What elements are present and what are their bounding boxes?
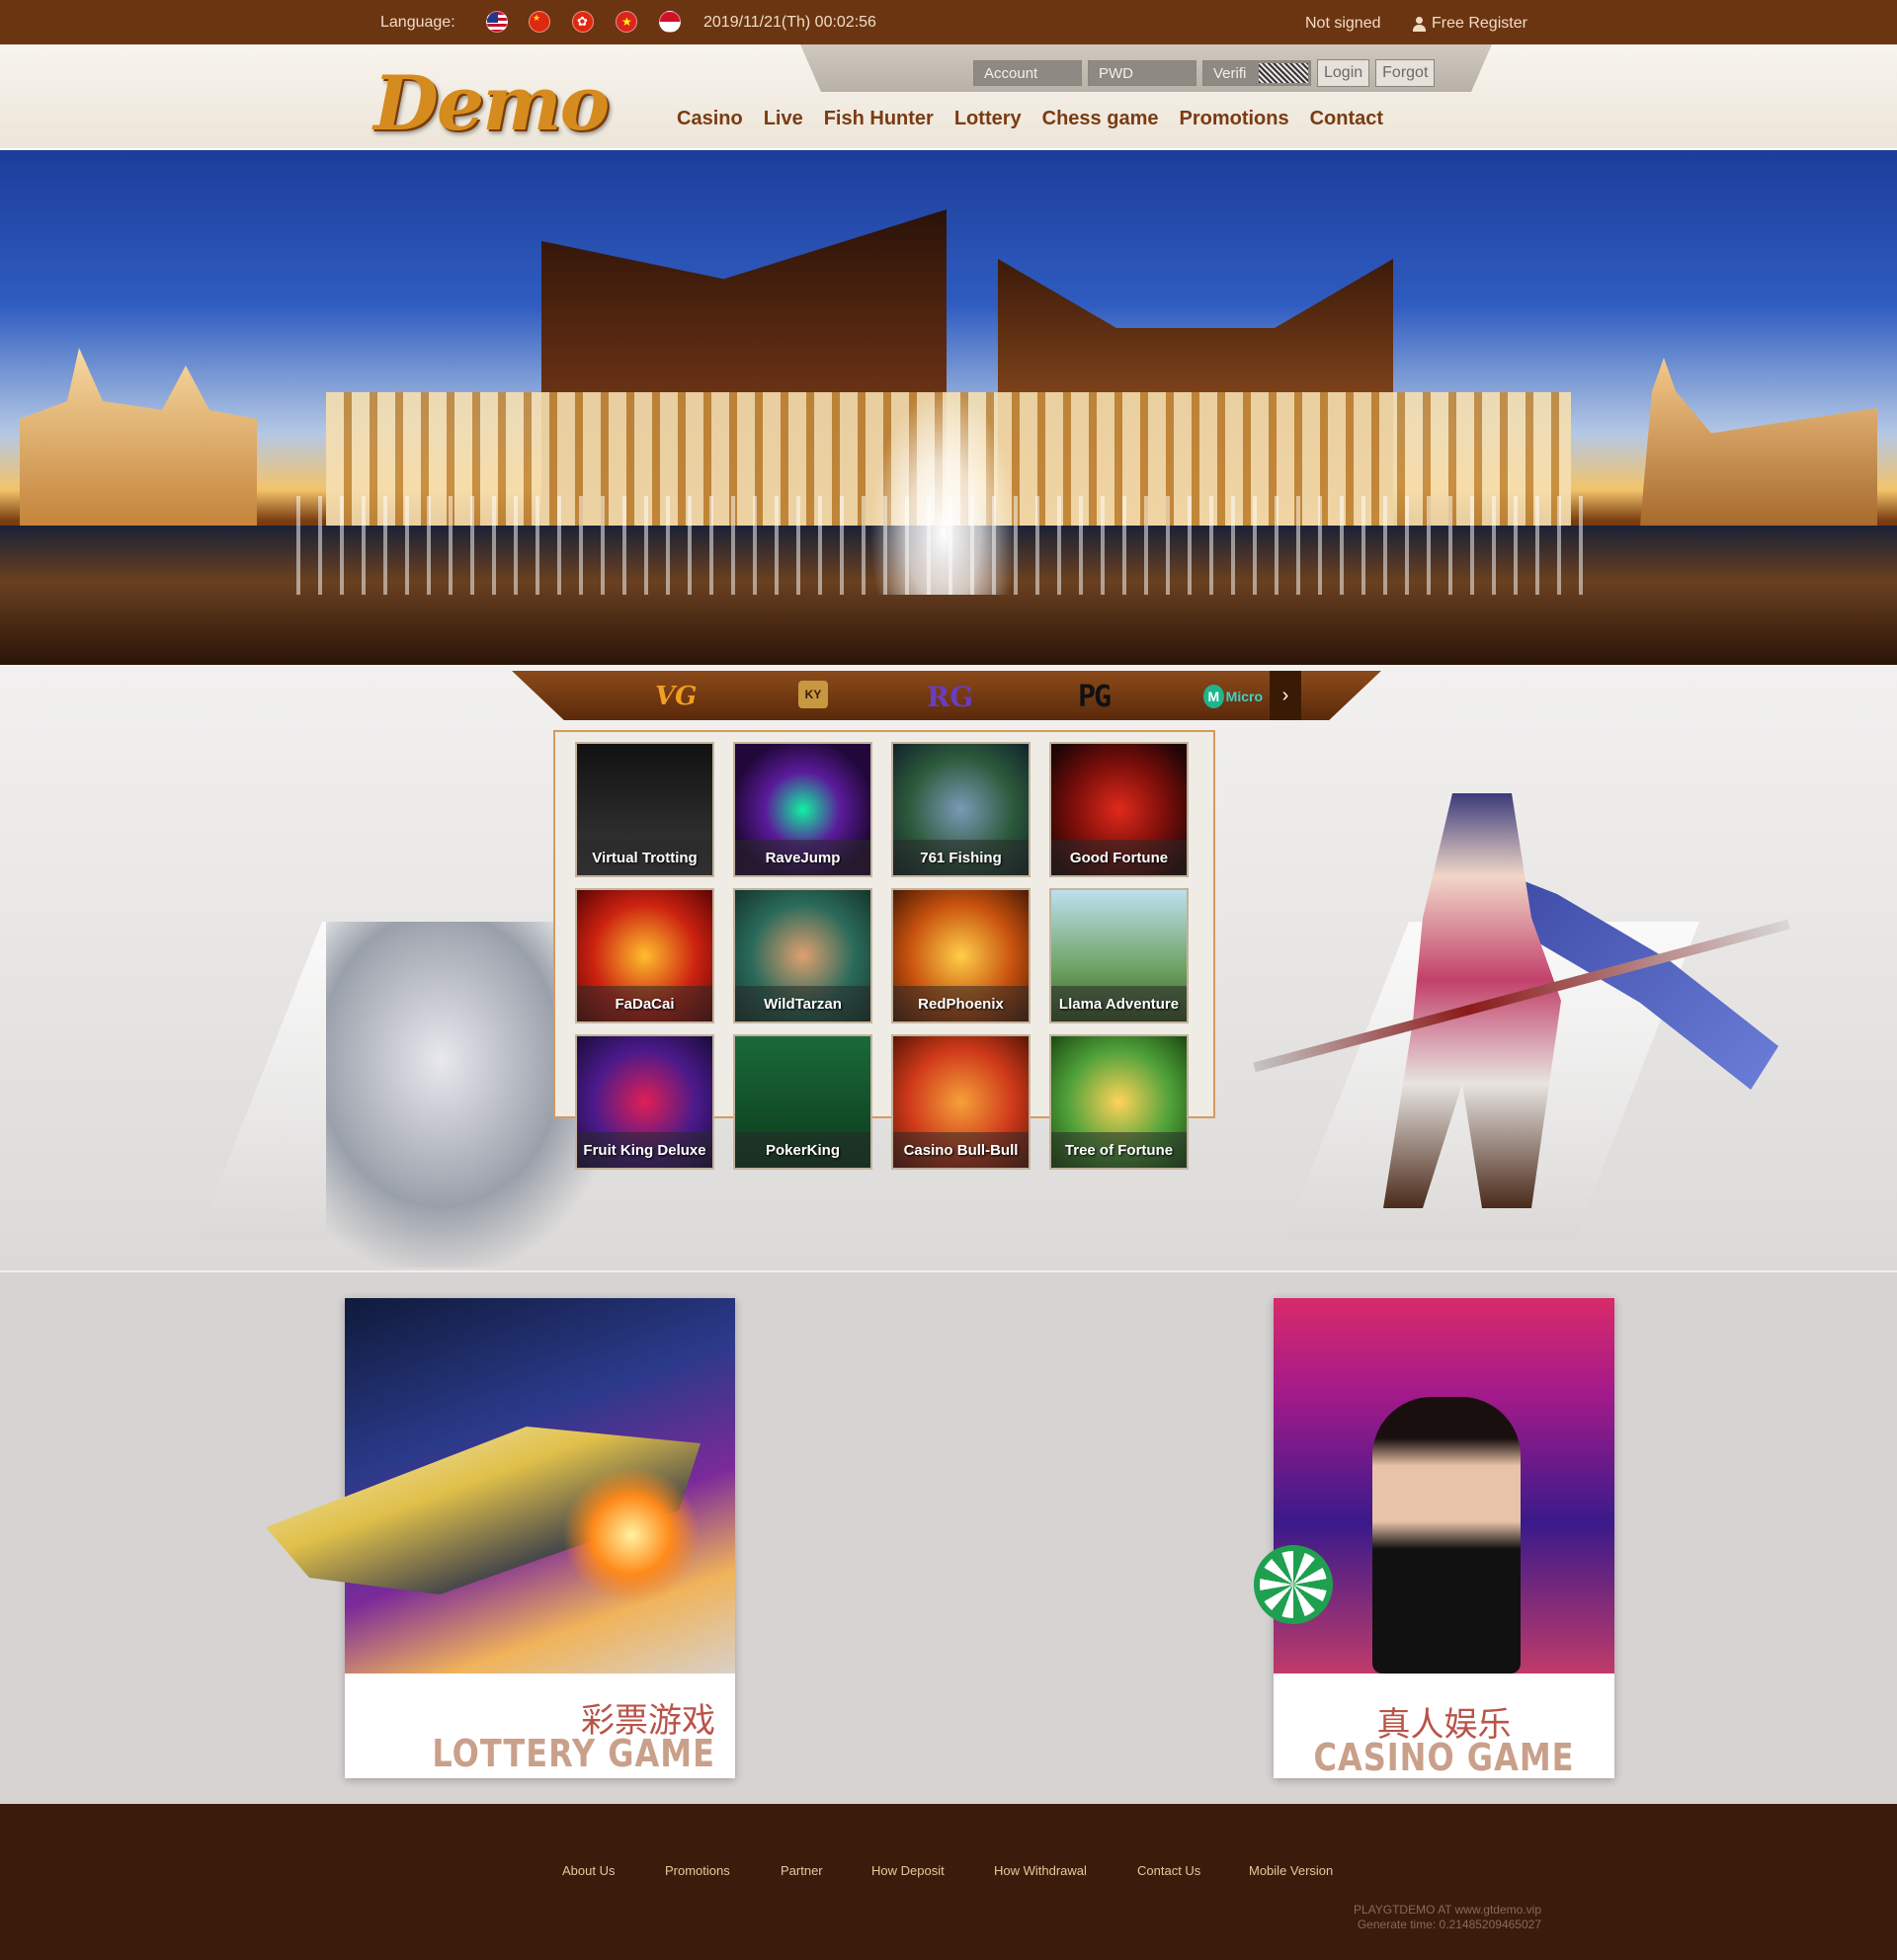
- language-label: Language:: [380, 14, 455, 31]
- provider-pg[interactable]: PG: [1078, 680, 1112, 714]
- captcha-image[interactable]: [1259, 63, 1308, 83]
- game-name: Tree of Fortune: [1051, 1132, 1187, 1168]
- lottery-title-en: LOTTERY GAME: [432, 1731, 715, 1776]
- game-tile[interactable]: Llama Adventure: [1049, 888, 1189, 1023]
- site-logo[interactable]: Demo: [373, 59, 610, 147]
- game-tile[interactable]: RaveJump: [733, 742, 872, 877]
- footer-how-deposit[interactable]: How Deposit: [871, 1863, 994, 1878]
- game-tile[interactable]: 761 Fishing: [891, 742, 1031, 877]
- game-name: Casino Bull-Bull: [893, 1132, 1029, 1168]
- game-tile[interactable]: Good Fortune: [1049, 742, 1189, 877]
- free-register-label: Free Register: [1432, 15, 1527, 32]
- sign-status: Not signed: [1305, 15, 1381, 32]
- casino-chip-illustration: [1254, 1545, 1333, 1624]
- game-tile[interactable]: RedPhoenix: [891, 888, 1031, 1023]
- footer-partner[interactable]: Partner: [781, 1863, 871, 1878]
- game-name: RedPhoenix: [893, 986, 1029, 1021]
- game-tile[interactable]: Casino Bull-Bull: [891, 1034, 1031, 1170]
- game-name: Good Fortune: [1051, 840, 1187, 875]
- footer-how-withdrawal[interactable]: How Withdrawal: [994, 1863, 1137, 1878]
- provider-rg[interactable]: RG: [927, 681, 973, 713]
- nav-promotions[interactable]: Promotions: [1179, 108, 1288, 130]
- login-button[interactable]: Login: [1317, 59, 1370, 87]
- provider-micro[interactable]: M Micro: [1203, 681, 1263, 712]
- footer-links: About Us Promotions Partner How Deposit …: [562, 1863, 1333, 1878]
- footer-about-us[interactable]: About Us: [562, 1863, 665, 1878]
- site-credit: PLAYGTDEMO AT www.gtdemo.vip: [1353, 1903, 1541, 1917]
- game-name: PokerKing: [735, 1132, 870, 1168]
- lottery-game-card[interactable]: 彩票游戏 LOTTERY GAME: [266, 1298, 735, 1778]
- provider-micro-label: Micro: [1225, 689, 1263, 704]
- footer: About Us Promotions Partner How Deposit …: [0, 1804, 1897, 1960]
- game-section: VG KY RG PG M Micro › Virtual Trotting R…: [0, 665, 1897, 1270]
- generate-time: Generate time: 0.21485209465027: [1357, 1918, 1541, 1931]
- main-nav: Casino Live Fish Hunter Lottery Chess ga…: [677, 108, 1383, 130]
- dealer-illustration: [1372, 1397, 1521, 1674]
- footer-meta: PLAYGTDEMO AT www.gtdemo.vip Generate ti…: [1284, 1903, 1541, 1932]
- vietnam-flag-icon[interactable]: [616, 11, 637, 33]
- indonesia-flag-icon[interactable]: [659, 11, 681, 33]
- game-name: Llama Adventure: [1051, 986, 1187, 1021]
- nav-casino[interactable]: Casino: [677, 108, 743, 130]
- promo-section: 彩票游戏 LOTTERY GAME 真人娱乐 CASINO GAME: [0, 1270, 1897, 1804]
- banner-left-buildings: [20, 348, 257, 526]
- provider-strip: VG KY RG PG M Micro ›: [512, 671, 1381, 720]
- game-name: 761 Fishing: [893, 840, 1029, 875]
- footer-contact-us[interactable]: Contact Us: [1137, 1863, 1249, 1878]
- us-flag-icon[interactable]: [486, 11, 508, 33]
- nav-lottery[interactable]: Lottery: [954, 108, 1022, 130]
- datetime: 2019/11/21(Th) 00:02:56: [703, 14, 876, 31]
- warrior-illustration: [1225, 724, 1818, 1270]
- lottery-card-image: [266, 1298, 735, 1674]
- china-flag-icon[interactable]: [529, 11, 550, 33]
- game-tile[interactable]: Virtual Trotting: [575, 742, 714, 877]
- game-tile[interactable]: WildTarzan: [733, 888, 872, 1023]
- game-name: Virtual Trotting: [577, 840, 712, 875]
- footer-mobile-version[interactable]: Mobile Version: [1249, 1863, 1333, 1878]
- free-register-link[interactable]: Free Register: [1413, 15, 1527, 33]
- game-name: RaveJump: [735, 840, 870, 875]
- nav-fish-hunter[interactable]: Fish Hunter: [824, 108, 934, 130]
- nav-contact[interactable]: Contact: [1310, 108, 1383, 130]
- chevron-right-icon[interactable]: ›: [1270, 671, 1301, 720]
- verification-field: [1202, 60, 1311, 86]
- hongkong-flag-icon[interactable]: [572, 11, 594, 33]
- banner-right-buildings: [1640, 358, 1877, 526]
- game-tile[interactable]: Tree of Fortune: [1049, 1034, 1189, 1170]
- casino-card-image: [1254, 1298, 1614, 1674]
- games-grid: Virtual Trotting RaveJump 761 Fishing Go…: [553, 730, 1215, 1170]
- header: Login Forgot Demo Casino Live Fish Hunte…: [0, 44, 1897, 150]
- game-name: WildTarzan: [735, 986, 870, 1021]
- password-input[interactable]: [1088, 60, 1196, 86]
- game-name: FaDaCai: [577, 986, 712, 1021]
- flame-illustration: [562, 1466, 701, 1604]
- login-form: Login Forgot: [973, 59, 1436, 87]
- account-input[interactable]: [973, 60, 1082, 86]
- casino-title-en: CASINO GAME: [1313, 1735, 1575, 1780]
- provider-vg[interactable]: VG: [655, 681, 697, 712]
- warrior-body: [1383, 793, 1561, 1208]
- provider-ky[interactable]: KY: [798, 681, 828, 708]
- user-icon: [1413, 16, 1426, 32]
- top-bar: Language: 2019/11/21(Th) 00:02:56 Not si…: [0, 0, 1897, 44]
- hero-banner: [0, 150, 1897, 665]
- game-tile[interactable]: FaDaCai: [575, 888, 714, 1023]
- footer-promotions[interactable]: Promotions: [665, 1863, 781, 1878]
- nav-live[interactable]: Live: [764, 108, 803, 130]
- game-tile[interactable]: PokerKing: [733, 1034, 872, 1170]
- nav-chess-game[interactable]: Chess game: [1042, 108, 1159, 130]
- casino-game-card[interactable]: 真人娱乐 CASINO GAME: [1254, 1298, 1614, 1780]
- banner-fountain: [869, 387, 1018, 595]
- forgot-button[interactable]: Forgot: [1375, 59, 1436, 87]
- game-tile[interactable]: Fruit King Deluxe: [575, 1034, 714, 1170]
- microgaming-logo-icon: M: [1203, 685, 1224, 708]
- game-name: Fruit King Deluxe: [577, 1132, 712, 1168]
